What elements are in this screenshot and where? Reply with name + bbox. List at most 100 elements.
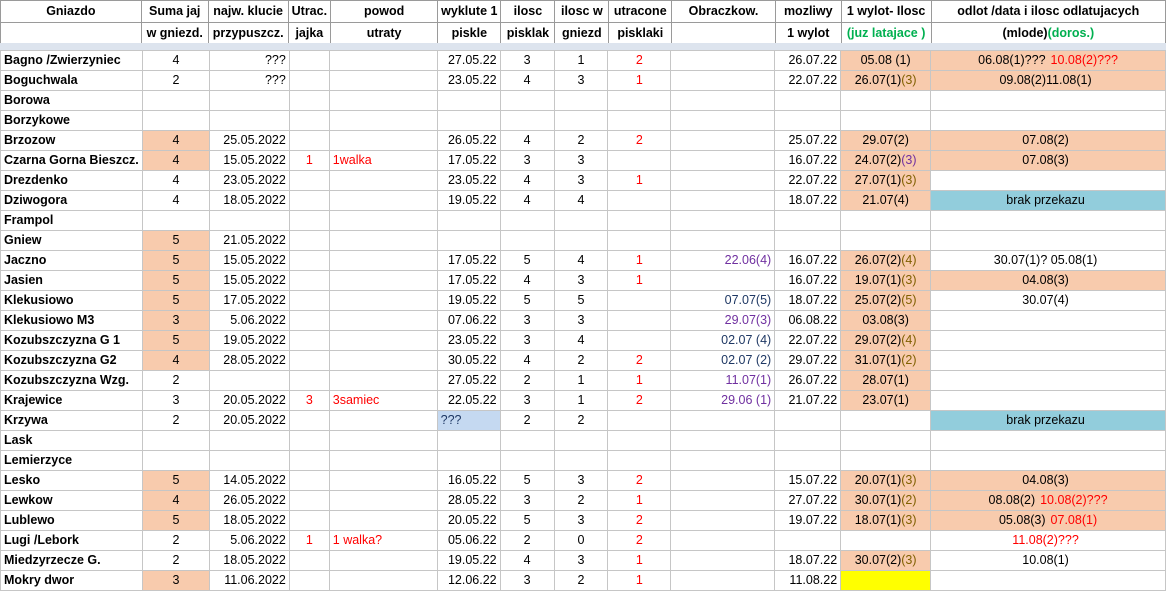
cell-powod[interactable] <box>328 250 438 271</box>
col-subheader-suma[interactable]: w gniezd. <box>140 22 209 44</box>
cell-odlot[interactable] <box>930 370 1166 391</box>
cell-utracone[interactable]: 2 <box>607 130 672 151</box>
cell-wyklute[interactable] <box>436 450 501 471</box>
cell-suma[interactable]: 5 <box>141 330 210 351</box>
cell-klucie[interactable]: 15.05.2022 <box>208 150 290 171</box>
cell-odlot[interactable] <box>930 210 1166 231</box>
cell-obraczkow[interactable] <box>670 110 776 131</box>
cell-powod[interactable] <box>328 430 438 451</box>
cell-powod[interactable] <box>328 90 438 111</box>
cell-utrac[interactable] <box>288 570 330 591</box>
cell-gniazdo[interactable]: Jasien <box>0 270 143 291</box>
cell-wylot[interactable]: 18.07(1)(3) <box>840 510 932 531</box>
cell-suma[interactable] <box>141 210 210 231</box>
cell-ilosc[interactable]: 2 <box>499 410 555 431</box>
cell-powod[interactable] <box>328 490 438 511</box>
col-header-mozliwy[interactable]: mozliwy <box>774 0 842 23</box>
cell-odlot[interactable] <box>930 110 1166 131</box>
cell-wyklute[interactable]: 28.05.22 <box>436 490 501 511</box>
cell-wylot[interactable]: 03.08(3) <box>840 310 932 331</box>
cell-odlot[interactable]: 07.08(3) <box>930 150 1166 171</box>
cell-suma[interactable]: 4 <box>141 350 210 371</box>
cell-klucie[interactable]: 28.05.2022 <box>208 350 290 371</box>
cell-gniazdo[interactable]: Borzykowe <box>0 110 143 131</box>
cell-utrac[interactable] <box>288 370 330 391</box>
cell-ilosc[interactable] <box>499 430 555 451</box>
cell-wyklute[interactable]: 19.05.22 <box>436 190 501 211</box>
col-subheader-utracone[interactable]: pisklaki <box>608 22 673 44</box>
cell-obraczkow[interactable] <box>670 210 776 231</box>
cell-wyklute[interactable]: 19.05.22 <box>436 550 501 571</box>
col-header-powod[interactable]: powod <box>330 0 439 23</box>
cell-utracone[interactable]: 1 <box>607 270 672 291</box>
cell-gniazdo[interactable]: Borowa <box>0 90 143 111</box>
cell-obraczkow[interactable]: 29.06 (1) <box>670 390 776 411</box>
col-subheader-wylot[interactable]: (juz latajace ) <box>840 22 932 44</box>
cell-gniazdo[interactable]: Klekusiowo <box>0 290 143 311</box>
cell-obraczkow[interactable]: 11.07(1) <box>670 370 776 391</box>
cell-wyklute[interactable]: 30.05.22 <box>436 350 501 371</box>
cell-utrac[interactable]: 1 <box>288 150 330 171</box>
cell-wyklute[interactable] <box>436 110 501 131</box>
cell-odlot[interactable] <box>930 90 1166 111</box>
cell-gniezd[interactable]: 4 <box>553 330 609 351</box>
col-header-odlot[interactable]: odlot /data i ilosc odlatujacych <box>930 0 1166 23</box>
cell-wylot[interactable] <box>840 570 932 591</box>
cell-wyklute[interactable]: ??? <box>436 410 501 431</box>
cell-wyklute[interactable]: 27.05.22 <box>436 50 501 71</box>
cell-utracone[interactable]: 1 <box>607 70 672 91</box>
cell-utracone[interactable] <box>607 290 672 311</box>
cell-obraczkow[interactable] <box>670 90 776 111</box>
cell-wyklute[interactable] <box>436 430 501 451</box>
cell-obraczkow[interactable]: 29.07(3) <box>670 310 776 331</box>
cell-utracone[interactable]: 2 <box>607 350 672 371</box>
cell-ilosc[interactable]: 3 <box>499 570 555 591</box>
cell-wyklute[interactable]: 23.05.22 <box>436 170 501 191</box>
cell-mozliwy[interactable]: 15.07.22 <box>774 470 842 491</box>
cell-odlot[interactable] <box>930 450 1166 471</box>
cell-gniazdo[interactable]: Jaczno <box>0 250 143 271</box>
cell-ilosc[interactable]: 3 <box>499 50 555 71</box>
cell-ilosc[interactable] <box>499 210 555 231</box>
col-header-utrac[interactable]: Utrac. <box>287 0 332 23</box>
cell-suma[interactable]: 3 <box>141 390 210 411</box>
cell-obraczkow[interactable] <box>670 130 776 151</box>
col-header-obraczkow[interactable]: Obraczkow. <box>671 0 776 23</box>
cell-gniazdo[interactable]: Lemierzyce <box>0 450 143 471</box>
cell-klucie[interactable]: 15.05.2022 <box>208 250 290 271</box>
cell-powod[interactable] <box>328 190 438 211</box>
cell-klucie[interactable]: 17.05.2022 <box>208 290 290 311</box>
cell-powod[interactable] <box>328 470 438 491</box>
cell-powod[interactable] <box>328 210 438 231</box>
cell-utrac[interactable]: 3 <box>288 390 330 411</box>
cell-powod[interactable] <box>328 270 438 291</box>
cell-wyklute[interactable]: 27.05.22 <box>436 370 501 391</box>
cell-klucie[interactable] <box>208 90 290 111</box>
cell-gniazdo[interactable]: Lewkow <box>0 490 143 511</box>
cell-utrac[interactable] <box>288 430 330 451</box>
cell-odlot[interactable] <box>930 430 1166 451</box>
cell-wyklute[interactable]: 17.05.22 <box>436 150 501 171</box>
cell-powod[interactable] <box>328 450 438 471</box>
cell-ilosc[interactable]: 5 <box>499 510 555 531</box>
col-subheader-utrac[interactable]: jajka <box>287 22 332 44</box>
cell-powod[interactable] <box>328 550 438 571</box>
cell-ilosc[interactable]: 4 <box>499 350 555 371</box>
cell-gniezd[interactable]: 5 <box>553 290 609 311</box>
cell-powod[interactable] <box>328 330 438 351</box>
cell-gniazdo[interactable]: Frampol <box>0 210 143 231</box>
cell-suma[interactable]: 5 <box>141 510 210 531</box>
cell-gniezd[interactable]: 4 <box>553 190 609 211</box>
cell-utrac[interactable] <box>288 550 330 571</box>
cell-wyklute[interactable] <box>436 90 501 111</box>
cell-gniezd[interactable] <box>553 450 609 471</box>
cell-utrac[interactable] <box>288 50 330 71</box>
cell-klucie[interactable]: ??? <box>208 70 290 91</box>
cell-odlot[interactable] <box>930 390 1166 411</box>
cell-gniazdo[interactable]: Kozubszczyzna Wzg. <box>0 370 143 391</box>
cell-powod[interactable] <box>328 110 438 131</box>
cell-gniezd[interactable]: 3 <box>553 310 609 331</box>
cell-powod[interactable]: 1walka <box>328 150 438 171</box>
cell-odlot[interactable]: 08.08(2) 10.08(2)??? <box>930 490 1166 511</box>
cell-powod[interactable] <box>328 570 438 591</box>
